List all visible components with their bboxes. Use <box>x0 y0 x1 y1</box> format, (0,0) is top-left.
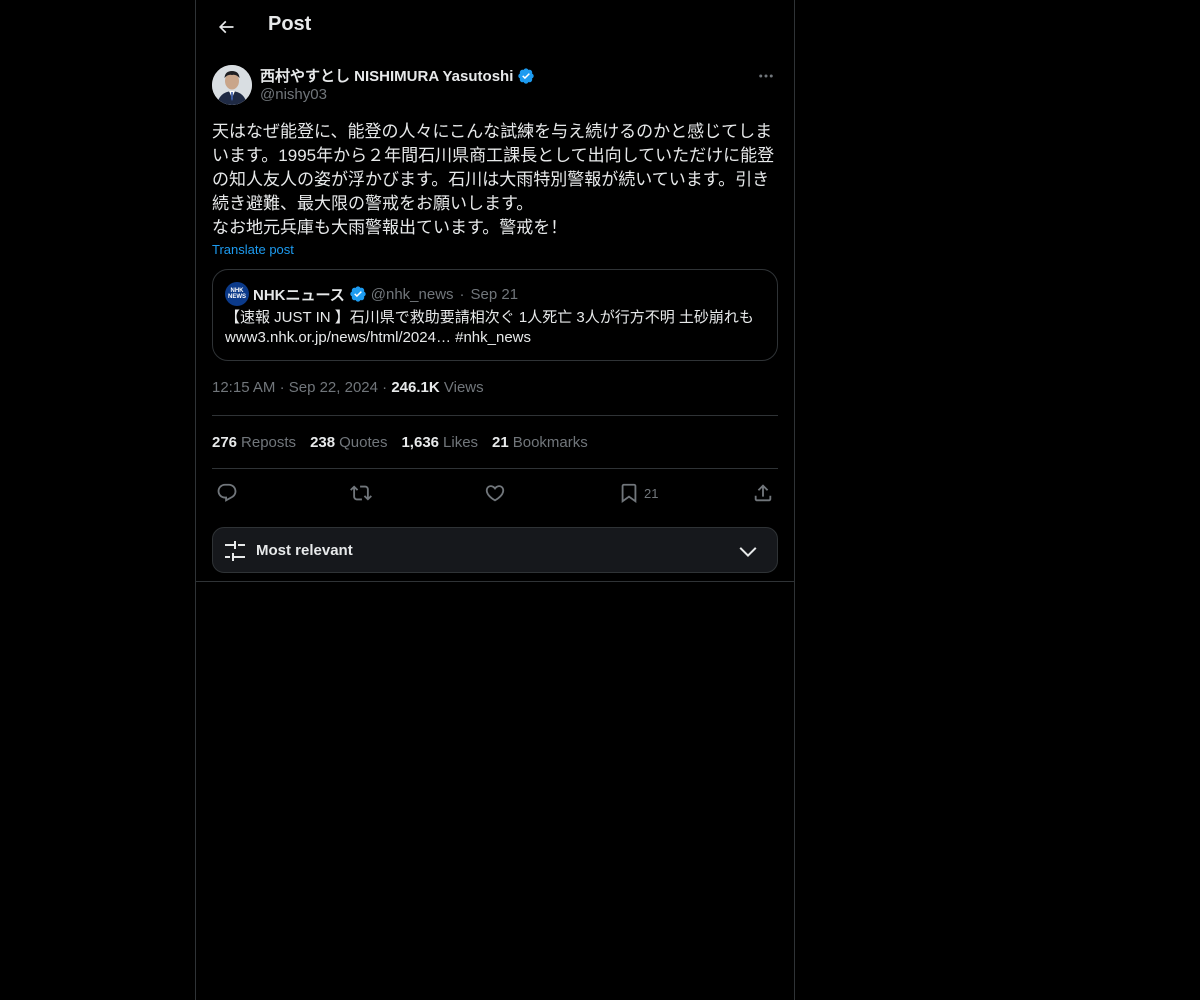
quoted-post-card[interactable]: NHK NEWS NHKニュース @nhk_news · Sep 21 【速報 … <box>212 269 778 361</box>
author-name[interactable]: 西村やすとし NISHIMURA Yasutoshi <box>260 65 513 86</box>
quote-text-line: 【速報 JUST IN 】石川県で救助要請相次ぐ 1人死亡 3人が行方不明 土砂… <box>225 309 754 326</box>
stat-likes[interactable]: 1,636 Likes <box>401 434 478 451</box>
action-bar: 21 <box>212 469 778 517</box>
engagement-stats: 276 Reposts 238 Quotes 1,636 Likes 21 Bookma… <box>212 416 778 468</box>
views-count: 246.1K <box>391 379 440 396</box>
page-title: Post <box>268 13 312 35</box>
share-button[interactable] <box>752 481 774 505</box>
repost-icon <box>350 485 372 501</box>
verified-badge-icon <box>518 67 535 84</box>
reply-sort-dropdown[interactable]: Most relevant <box>212 527 778 573</box>
reply-button[interactable] <box>216 481 238 505</box>
views-label: Views <box>443 379 484 396</box>
separator-dot: · <box>382 379 392 396</box>
sort-label: Most relevant <box>256 542 353 559</box>
stat-label: Quotes <box>339 433 388 451</box>
quote-text: 【速報 JUST IN 】石川県で救助要請相次ぐ 1人死亡 3人が行方不明 土砂… <box>225 308 765 348</box>
main-post: 西村やすとし NISHIMURA Yasutoshi @nishy03 天はなぜ… <box>212 64 778 517</box>
author-avatar[interactable] <box>212 65 252 105</box>
sort-sliders-icon <box>225 541 245 561</box>
back-arrow-icon <box>218 20 234 34</box>
repost-button[interactable] <box>350 481 372 505</box>
bookmark-icon <box>621 483 637 504</box>
separator-dot: · <box>279 379 289 396</box>
post-meta: 12:15 AM · Sep 22, 2024 · 246.1K Views <box>212 379 778 399</box>
stat-number: 1,636 <box>401 433 440 451</box>
reply-icon <box>217 483 237 502</box>
chevron-down-icon <box>739 547 757 558</box>
post-date[interactable]: Sep 22, 2024 <box>289 379 378 396</box>
quote-author-name: NHKニュース <box>253 286 345 304</box>
stat-number: 276 <box>212 433 238 451</box>
separator-dot: · <box>459 285 465 303</box>
stat-number: 21 <box>492 433 509 451</box>
author-row: 西村やすとし NISHIMURA Yasutoshi @nishy03 <box>212 64 778 106</box>
more-button[interactable] <box>754 64 778 88</box>
back-button[interactable] <box>208 9 244 45</box>
translate-post-link[interactable]: Translate post <box>212 242 294 257</box>
post-detail-column: Post 西村やすとし NISHIMURA Yasutoshi @nishy03… <box>195 0 795 1000</box>
more-icon <box>759 74 773 78</box>
post-text: 天はなぜ能登に、能登の人々にこんな試練を与え続けるのかと感じてしまいます。199… <box>212 122 775 237</box>
like-button[interactable] <box>484 481 506 505</box>
quote-date: Sep 21 <box>470 285 519 303</box>
top-header: Post <box>196 0 794 54</box>
stat-bookmarks[interactable]: 21 Bookmarks <box>492 434 588 451</box>
quote-avatar-text-bottom: NEWS <box>228 294 246 300</box>
quoted-post-header: NHK NEWS NHKニュース @nhk_news · Sep 21 <box>225 282 765 306</box>
share-icon <box>754 484 772 502</box>
stat-label: Likes <box>443 433 479 451</box>
divider <box>196 581 794 582</box>
quote-text-line: www3.nhk.or.jp/news/html/2024… #nhk_news <box>225 329 531 346</box>
stat-number: 238 <box>310 433 336 451</box>
quote-author-handle: @nhk_news <box>370 285 454 303</box>
stat-reposts[interactable]: 276 Reposts <box>212 434 296 451</box>
avatar-image <box>212 65 252 105</box>
author-handle[interactable]: @nishy03 <box>260 86 327 103</box>
verified-badge-icon <box>350 286 366 302</box>
bookmark-count: 21 <box>644 485 659 501</box>
like-icon <box>485 485 505 502</box>
bookmark-button[interactable]: 21 <box>618 481 658 505</box>
stat-label: Reposts <box>241 433 297 451</box>
quote-avatar: NHK NEWS <box>225 282 249 306</box>
author-name-line: 西村やすとし NISHIMURA Yasutoshi <box>260 65 535 86</box>
post-time[interactable]: 12:15 AM <box>212 379 275 396</box>
stat-label: Bookmarks <box>512 433 588 451</box>
stat-quotes[interactable]: 238 Quotes <box>310 434 387 451</box>
